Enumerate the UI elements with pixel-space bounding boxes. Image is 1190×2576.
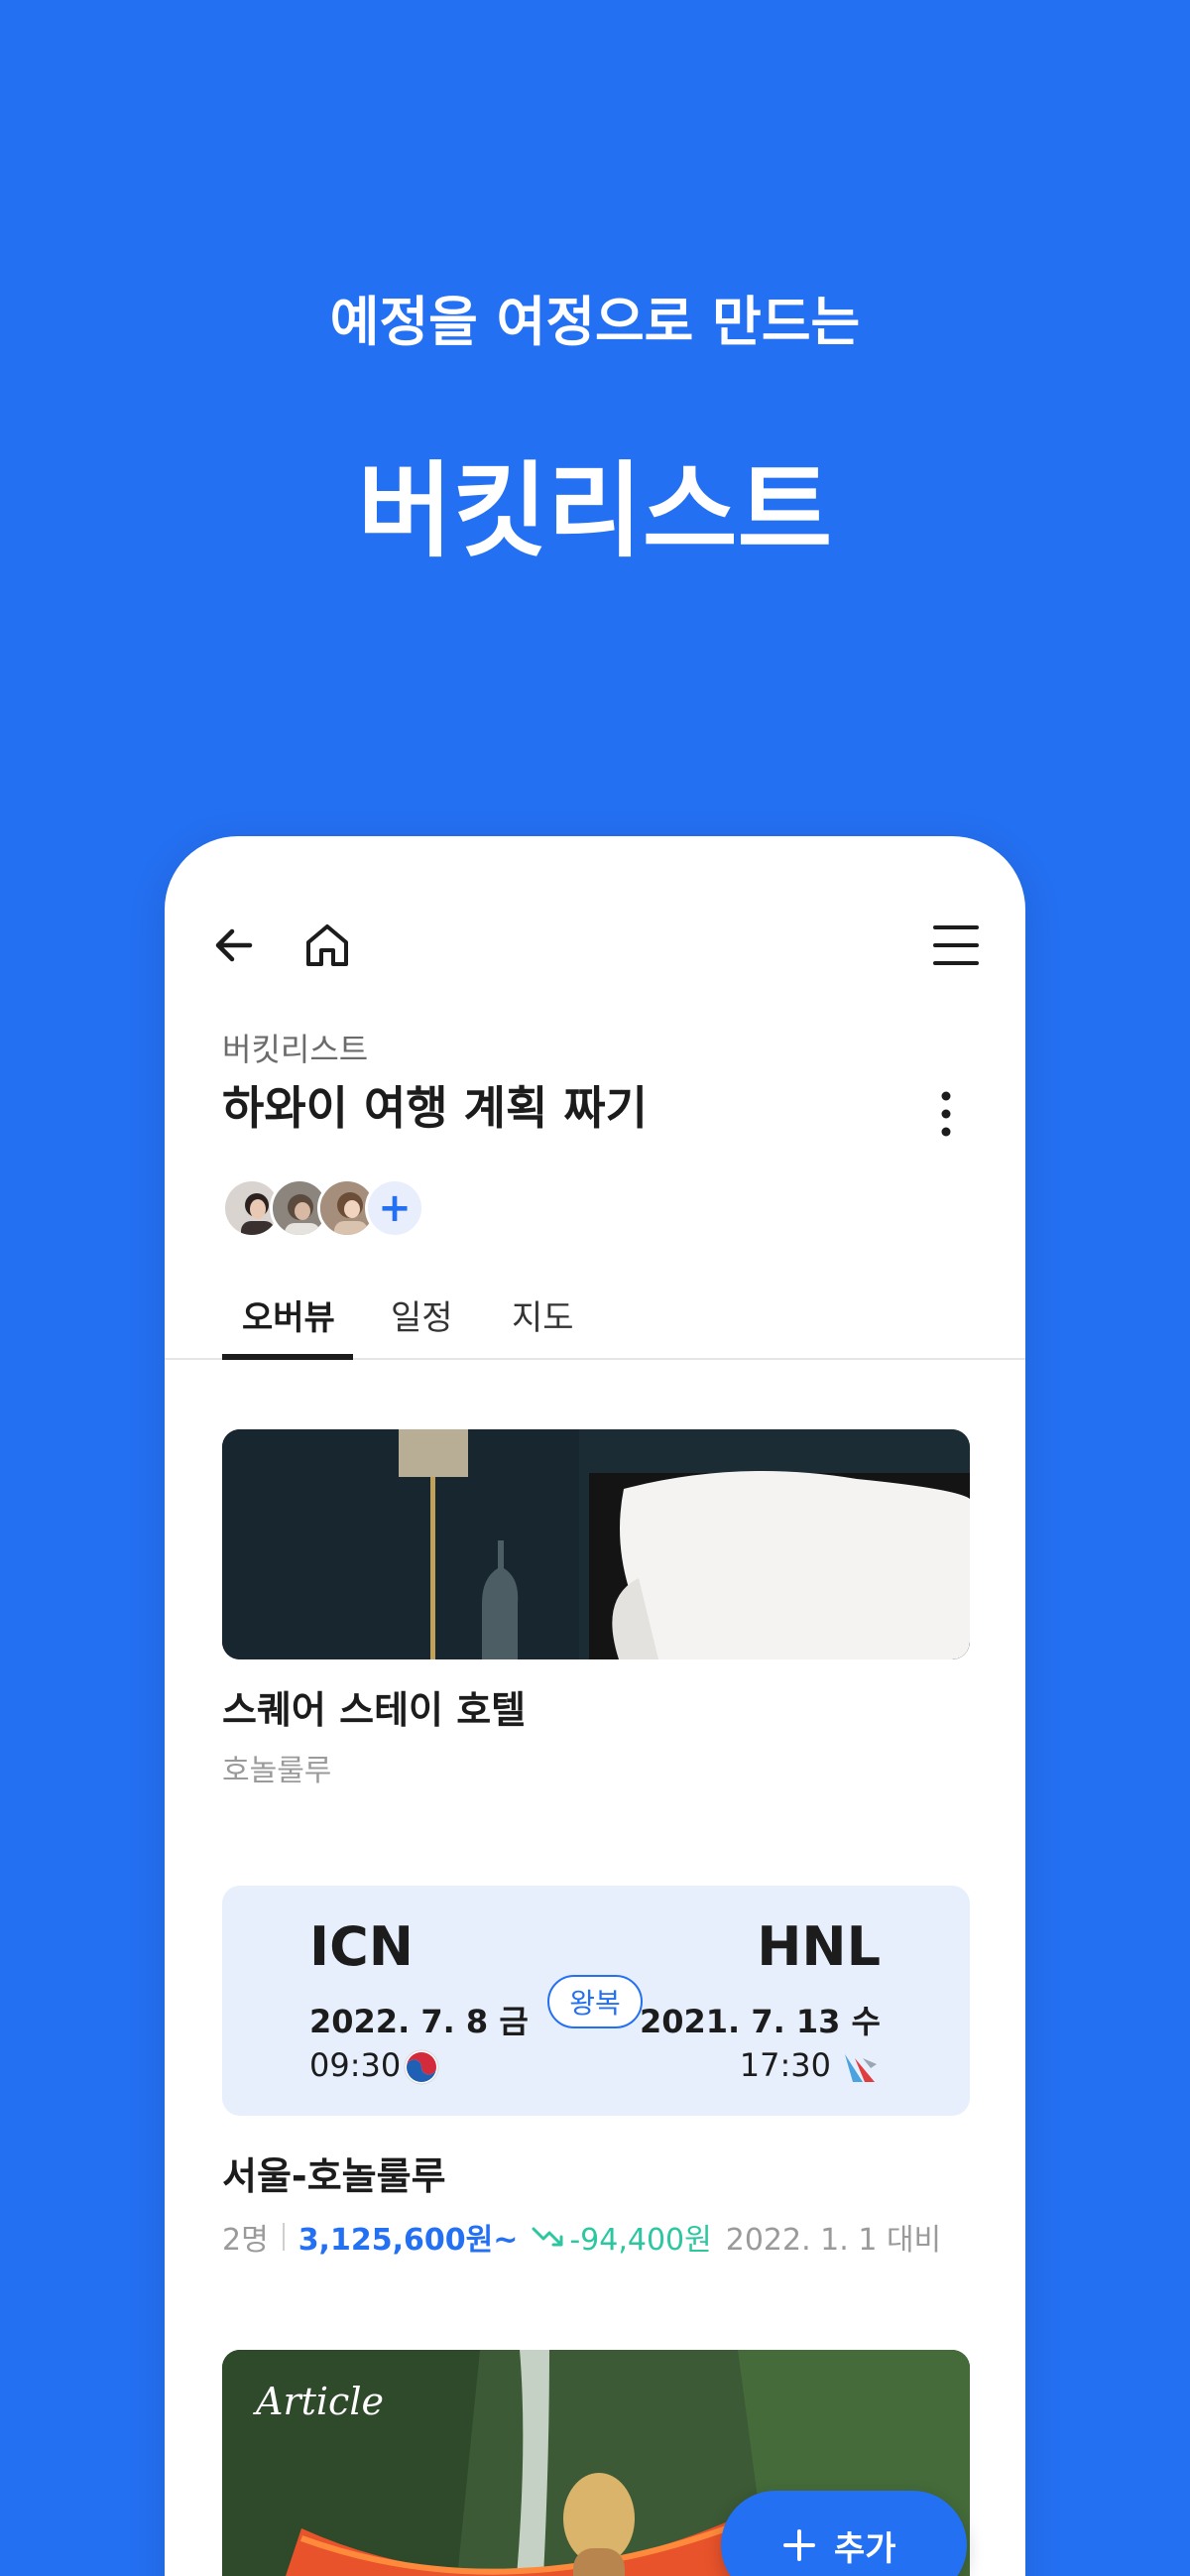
divider: [282, 2223, 285, 2251]
arrival-date: 2021. 7. 13 수: [639, 2003, 881, 2040]
passenger-count: 2명: [222, 2223, 269, 2258]
price-change-value: -94,400원: [569, 2223, 712, 2258]
american-airlines-logo-icon: [841, 2050, 881, 2086]
hamburger-menu-icon[interactable]: [926, 916, 986, 975]
top-bar: [165, 916, 1025, 975]
page-title: 하와이 여행 계획 짜기: [222, 1081, 648, 1135]
phone-screen: 버킷리스트 하와이 여행 계획 짜기 + 오버뷰 일정 지도 스퀘어 스테이 호…: [165, 836, 1025, 2576]
flight-card[interactable]: ICN 2022. 7. 8 금 09:30 왕복 HNL 2021. 7. 1…: [222, 1886, 970, 2116]
price-row: 2명 3,125,600원~ -94,400원 2022. 1. 1 대비: [222, 2215, 941, 2259]
departure-code: ICN: [309, 1915, 414, 1978]
round-trip-badge: 왕복: [547, 1975, 643, 2028]
flight-price: 3,125,600원~: [298, 2223, 519, 2258]
tab-map[interactable]: 지도: [512, 1290, 574, 1360]
arrival-time: 17:30: [739, 2046, 831, 2084]
departure-time: 09:30: [309, 2046, 402, 2084]
breadcrumb[interactable]: 버킷리스트: [222, 1025, 368, 1070]
korean-air-logo-icon: [403, 2048, 440, 2086]
active-tab-indicator: [222, 1354, 353, 1360]
compare-date: 2022. 1. 1 대비: [725, 2223, 942, 2258]
more-vertical-icon[interactable]: [926, 1084, 966, 1144]
hero-subtitle: 예정을 여정으로 만드는: [329, 291, 861, 353]
tab-bar: 오버뷰 일정 지도: [165, 1290, 1025, 1360]
fab-label: 추가: [834, 2528, 896, 2569]
hero-title: 버킷리스트: [357, 450, 833, 571]
add-fab-button[interactable]: 추가: [721, 2491, 967, 2576]
tab-overview[interactable]: 오버뷰: [242, 1290, 335, 1360]
hotel-location: 호놀룰루: [222, 1754, 332, 1788]
article-tag: Article: [256, 2380, 384, 2423]
route-title[interactable]: 서울-호놀룰루: [222, 2146, 446, 2200]
arrival-code: HNL: [757, 1915, 881, 1978]
hotel-name[interactable]: 스퀘어 스테이 호텔: [222, 1679, 526, 1734]
price-change: -94,400원: [532, 2215, 712, 2259]
add-member-button[interactable]: +: [365, 1178, 424, 1238]
hotel-image[interactable]: [222, 1429, 970, 1659]
departure-date: 2022. 7. 8 금: [309, 2003, 529, 2040]
home-icon[interactable]: [298, 916, 357, 975]
trend-down-icon: [532, 2227, 563, 2247]
plus-icon: [783, 2529, 815, 2561]
tab-schedule[interactable]: 일정: [391, 1290, 453, 1360]
back-arrow-icon[interactable]: [204, 916, 264, 975]
